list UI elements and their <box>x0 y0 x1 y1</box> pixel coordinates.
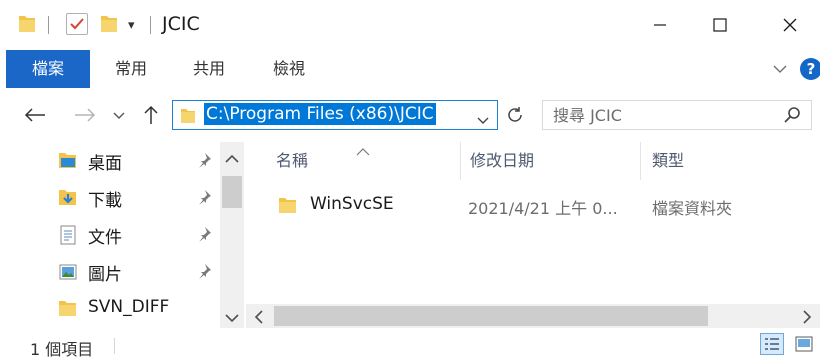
column-header-modified[interactable]: 修改日期 <box>470 142 534 180</box>
scroll-down-icon[interactable] <box>225 308 239 327</box>
pin-icon[interactable] <box>196 189 212 209</box>
pin-icon[interactable] <box>196 152 212 172</box>
window-folder-icon <box>18 14 36 38</box>
address-path[interactable]: C:\Program Files (x86)\JCIC <box>204 103 436 125</box>
chevron-down-icon <box>113 112 125 119</box>
refresh-icon <box>508 107 522 122</box>
scroll-left-icon[interactable] <box>254 309 264 328</box>
sort-ascending-icon <box>356 142 370 161</box>
maximize-button[interactable] <box>680 0 760 50</box>
desktop-folder-icon <box>58 151 78 173</box>
file-name: WinSvcSE <box>310 194 394 214</box>
downloads-folder-icon <box>58 188 78 210</box>
pictures-folder-icon <box>58 262 78 286</box>
close-icon <box>783 18 797 32</box>
column-header-type[interactable]: 類型 <box>652 142 684 180</box>
forward-button[interactable] <box>72 102 98 128</box>
navigation-pane: 桌面 下載 文件 圖片 SVN_DIFF <box>0 142 246 328</box>
nav-item-documents[interactable]: 文件 <box>0 216 218 252</box>
up-button[interactable] <box>138 102 164 128</box>
tab-view[interactable]: 檢視 <box>254 50 324 88</box>
help-icon[interactable]: ? <box>800 58 820 80</box>
status-bar: 1 個項目 <box>0 328 820 360</box>
minimize-icon <box>654 24 666 26</box>
table-row[interactable]: WinSvcSE 2021/4/21 上午 0... 檔案資料夾 <box>254 188 814 222</box>
title-bar: ▾ JCIC <box>0 0 820 50</box>
window-title: JCIC <box>162 13 200 35</box>
address-toolbar: C:\Program Files (x86)\JCIC <box>0 88 820 142</box>
file-modified: 2021/4/21 上午 0... <box>468 199 618 218</box>
recent-locations-button[interactable] <box>110 102 128 128</box>
nav-item-pictures[interactable]: 圖片 <box>0 253 218 289</box>
new-folder-icon[interactable] <box>100 14 118 38</box>
item-count: 1 個項目 <box>30 340 94 359</box>
details-view-button[interactable] <box>760 333 784 355</box>
address-bar[interactable]: C:\Program Files (x86)\JCIC <box>172 100 498 130</box>
nav-item-label: SVN_DIFF <box>88 297 170 317</box>
close-button[interactable] <box>750 0 820 50</box>
forward-arrow-icon <box>75 108 96 122</box>
large-icons-view-icon <box>795 336 813 352</box>
content-horizontal-scrollbar[interactable] <box>246 304 820 328</box>
folder-icon <box>278 196 298 218</box>
nav-item-svn-diff[interactable]: SVN_DIFF <box>0 290 218 326</box>
nav-item-label: 下載 <box>88 191 122 211</box>
address-dropdown-icon[interactable] <box>477 110 489 129</box>
pin-icon[interactable] <box>196 226 212 246</box>
properties-icon[interactable] <box>66 13 88 35</box>
scrollbar-thumb[interactable] <box>222 176 242 208</box>
tab-share[interactable]: 共用 <box>174 50 244 88</box>
search-box[interactable] <box>542 100 812 130</box>
status-separator <box>114 338 115 354</box>
back-arrow-icon <box>24 108 45 122</box>
nav-item-label: 桌面 <box>88 154 122 174</box>
quick-access-dropdown-icon[interactable]: ▾ <box>128 18 135 33</box>
folder-icon <box>58 299 78 321</box>
column-header-name[interactable]: 名稱 <box>276 142 308 180</box>
nav-item-desktop[interactable]: 桌面 <box>0 142 218 178</box>
file-type: 檔案資料夾 <box>652 199 733 218</box>
nav-item-label: 圖片 <box>88 265 122 285</box>
folder-icon <box>180 107 196 129</box>
large-icons-view-button[interactable] <box>792 333 816 355</box>
file-list: 名稱 修改日期 類型 WinSvcSE 2021/4/21 上午 0... 檔案… <box>246 142 820 328</box>
back-button[interactable] <box>22 102 48 128</box>
refresh-button[interactable] <box>502 101 528 129</box>
up-arrow-icon <box>144 105 158 124</box>
nav-item-label: 文件 <box>88 228 122 248</box>
nav-vertical-scrollbar[interactable] <box>220 142 244 328</box>
nav-item-downloads[interactable]: 下載 <box>0 179 218 215</box>
expand-ribbon-icon[interactable] <box>772 61 788 81</box>
column-divider[interactable] <box>640 142 641 180</box>
ribbon: 檔案 常用 共用 檢視 ? <box>0 50 820 88</box>
column-divider[interactable] <box>460 142 461 180</box>
documents-folder-icon <box>58 225 78 249</box>
tab-home[interactable]: 常用 <box>96 50 166 88</box>
scroll-up-icon[interactable] <box>225 149 239 168</box>
title-separator <box>48 16 49 34</box>
tab-file[interactable]: 檔案 <box>6 50 90 88</box>
maximize-icon <box>713 18 727 32</box>
search-icon[interactable] <box>783 106 801 128</box>
search-input[interactable] <box>553 104 773 126</box>
scrollbar-thumb[interactable] <box>274 306 708 326</box>
title-separator <box>150 16 151 34</box>
pin-icon[interactable] <box>196 263 212 283</box>
details-view-icon <box>765 338 779 350</box>
scroll-right-icon[interactable] <box>802 309 812 328</box>
